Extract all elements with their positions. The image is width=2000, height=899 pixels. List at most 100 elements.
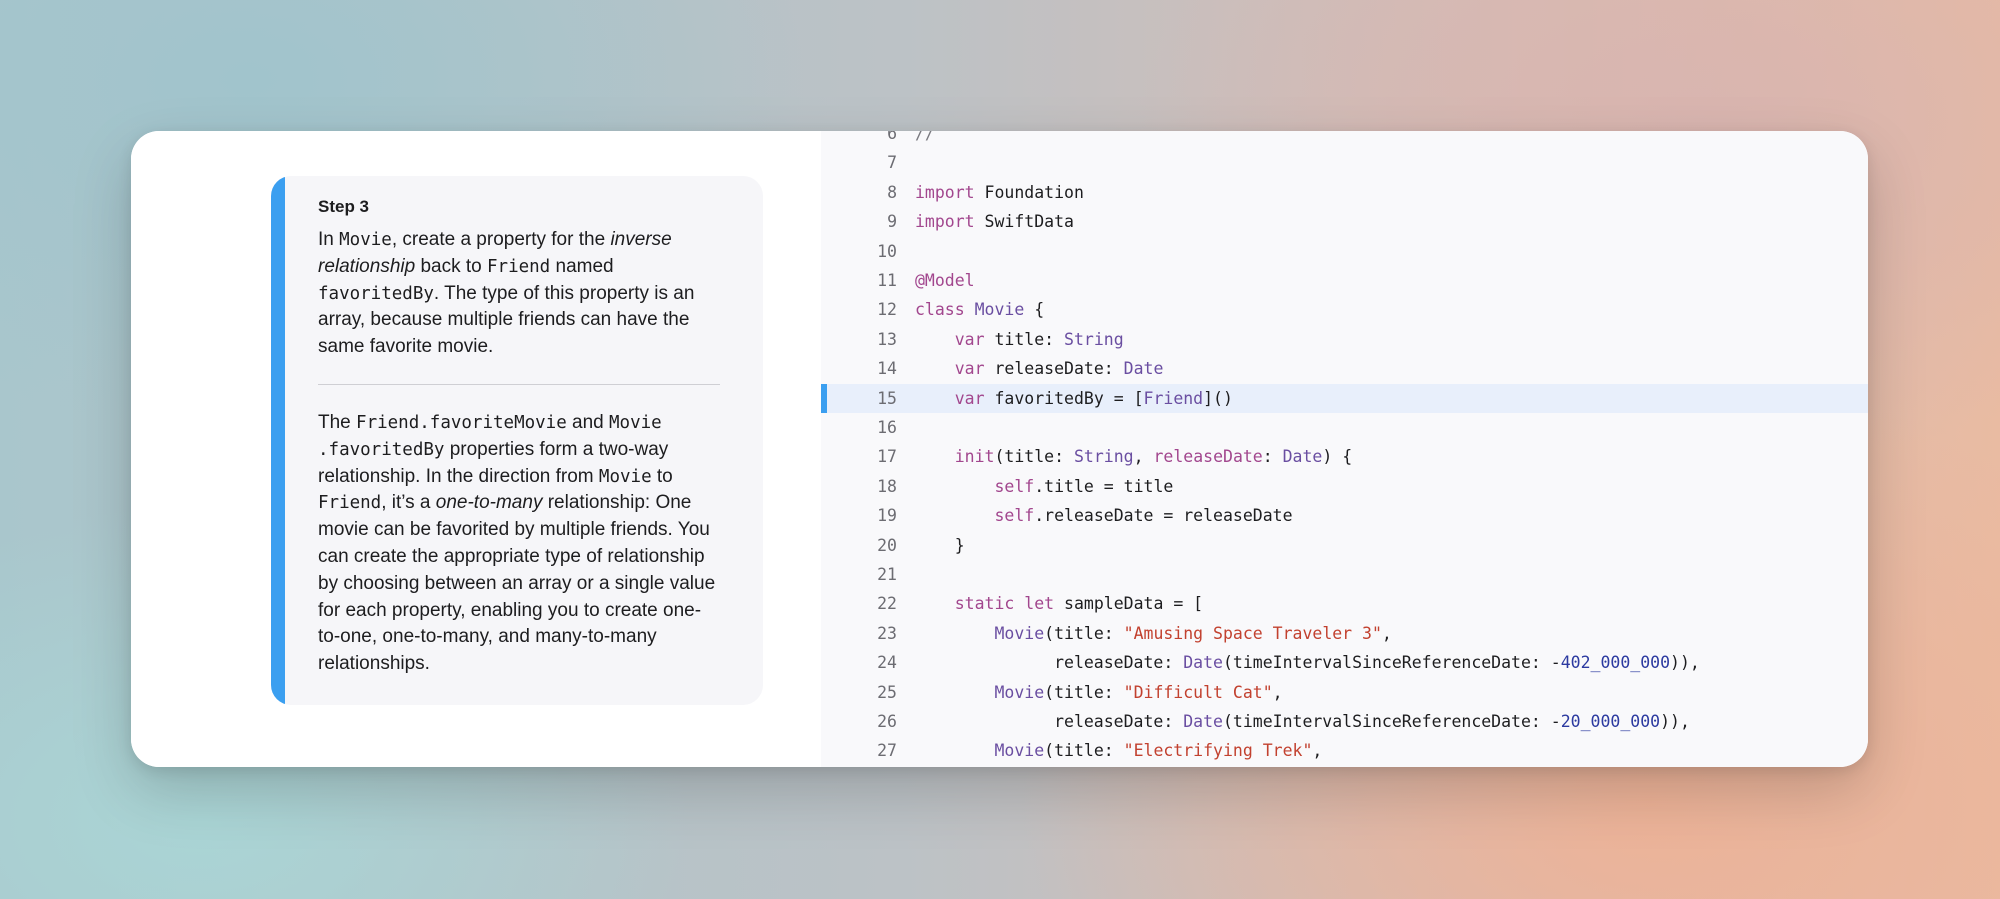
code-line: 22 static let sampleData = [ xyxy=(821,589,1868,618)
line-number: 9 xyxy=(887,212,897,232)
code-token: String xyxy=(1064,329,1124,349)
code-token: (title: xyxy=(1044,741,1124,761)
step-paragraph-2: The Friend.favoriteMovie and Movie .favo… xyxy=(318,410,720,678)
text-run: , it’s a xyxy=(381,492,436,514)
code-line: 14 var releaseDate: Date xyxy=(821,354,1868,383)
code-token: (title: xyxy=(1044,682,1124,702)
code-text: Movie(title: "Difficult Cat", xyxy=(915,678,1283,707)
line-number: 14 xyxy=(877,359,897,379)
code-token: .title = title xyxy=(1034,476,1174,496)
code-token: .releaseDate = releaseDate xyxy=(1034,506,1293,526)
code-listing[interactable]: 6 // 7 8 import Foundation 9 import SwiftData 1… xyxy=(821,131,1868,767)
code-token: Movie xyxy=(994,623,1045,643)
code-token: , xyxy=(1381,623,1392,643)
line-number: 24 xyxy=(877,653,897,673)
code-token: releaseDate: xyxy=(984,359,1124,379)
code-token: class xyxy=(915,300,965,320)
code-line: 21 xyxy=(821,560,1868,589)
code-token: init xyxy=(954,447,995,467)
emphasis-text: one-to-many xyxy=(435,492,543,514)
inline-code: favoritedBy xyxy=(318,283,434,304)
code-token: self xyxy=(994,476,1035,496)
code-text: // xyxy=(915,131,935,148)
code-token: Foundation xyxy=(974,182,1084,202)
line-number: 6 xyxy=(887,131,897,143)
code-line: 24 releaseDate: Date(timeIntervalSinceRe… xyxy=(821,648,1868,677)
line-number: 27 xyxy=(877,741,897,761)
code-text: Movie(title: "Amusing Space Traveler 3", xyxy=(915,619,1392,648)
code-line: 9 import SwiftData xyxy=(821,207,1868,236)
code-text: var releaseDate: Date xyxy=(915,354,1164,383)
line-number: 10 xyxy=(877,241,897,261)
code-token: ) { xyxy=(1322,447,1353,467)
code-token: import xyxy=(915,212,975,232)
tutorial-card: Step 3 In Movie, create a property for t… xyxy=(131,131,1868,767)
code-line: 20 } xyxy=(821,531,1868,560)
step-title: Step 3 xyxy=(318,197,370,216)
code-token: favoritedBy = [ xyxy=(984,388,1144,408)
code-token: Date xyxy=(1183,712,1223,731)
code-token: var xyxy=(954,388,985,408)
code-line: 11 @Model xyxy=(821,266,1868,295)
code-token: Movie xyxy=(994,741,1045,761)
code-text: self.title = title xyxy=(915,472,1173,501)
line-number: 25 xyxy=(877,682,897,702)
text-run: back to xyxy=(415,255,487,277)
code-token: Date xyxy=(1123,359,1164,379)
code-token: self xyxy=(994,506,1035,526)
code-line: 26 releaseDate: Date(timeIntervalSinceRe… xyxy=(821,707,1868,736)
code-line: 10 xyxy=(821,237,1868,266)
step-box[interactable]: Step 3 In Movie, create a property for t… xyxy=(271,176,763,705)
code-text: } xyxy=(915,531,965,560)
code-token: Friend xyxy=(1143,388,1204,408)
code-token: , xyxy=(1272,682,1283,702)
code-token: import xyxy=(915,182,975,202)
code-text: self.releaseDate = releaseDate xyxy=(915,501,1293,530)
code-line: 12 class Movie { xyxy=(821,295,1868,324)
step-divider xyxy=(318,383,720,385)
code-token: sampleData = [ xyxy=(1054,594,1204,614)
code-token: } xyxy=(915,535,965,555)
line-number: 7 xyxy=(887,153,897,173)
text-run: relationship: One movie can be favorited… xyxy=(318,492,716,675)
line-number: 19 xyxy=(877,506,897,526)
line-number: 16 xyxy=(877,418,897,437)
code-text: import Foundation xyxy=(915,178,1084,207)
instruction-pane: Step 3 In Movie, create a property for t… xyxy=(131,131,821,767)
code-token: "Difficult Cat" xyxy=(1123,682,1273,702)
code-text: class Movie { xyxy=(915,295,1044,324)
line-number: 12 xyxy=(877,300,897,320)
line-number: 21 xyxy=(877,565,897,584)
text-run: named xyxy=(550,255,614,277)
code-token: let xyxy=(1024,594,1055,614)
code-line: 25 Movie(title: "Difficult Cat", xyxy=(821,678,1868,707)
code-token: , xyxy=(1133,447,1154,467)
code-token: releaseDate: xyxy=(915,653,1184,673)
code-line: 17 init(title: String, releaseDate: Date… xyxy=(821,442,1868,471)
code-line-highlighted: 15 var favoritedBy = [Friend]() xyxy=(821,383,1868,413)
line-number: 17 xyxy=(877,447,897,467)
code-text: static let sampleData = [ xyxy=(915,589,1203,618)
code-token: 20_000_000 xyxy=(1560,712,1661,731)
line-number: 13 xyxy=(877,329,897,349)
line-number: 15 xyxy=(877,388,897,408)
text-run: , create a property for the xyxy=(391,229,611,250)
code-token: Date xyxy=(1282,447,1323,467)
code-token: @Model xyxy=(915,271,975,290)
code-token: 402_000_000 xyxy=(1560,653,1671,673)
line-number: 22 xyxy=(877,594,897,614)
step-paragraph-1: In Movie, create a property for the inve… xyxy=(318,227,720,361)
code-token: { xyxy=(1024,300,1045,320)
code-token: releaseDate xyxy=(1153,447,1263,467)
inline-code: Movie xyxy=(339,230,392,250)
code-text: Movie(title: "Electrifying Trek", xyxy=(915,736,1322,765)
line-number: 23 xyxy=(877,623,897,643)
